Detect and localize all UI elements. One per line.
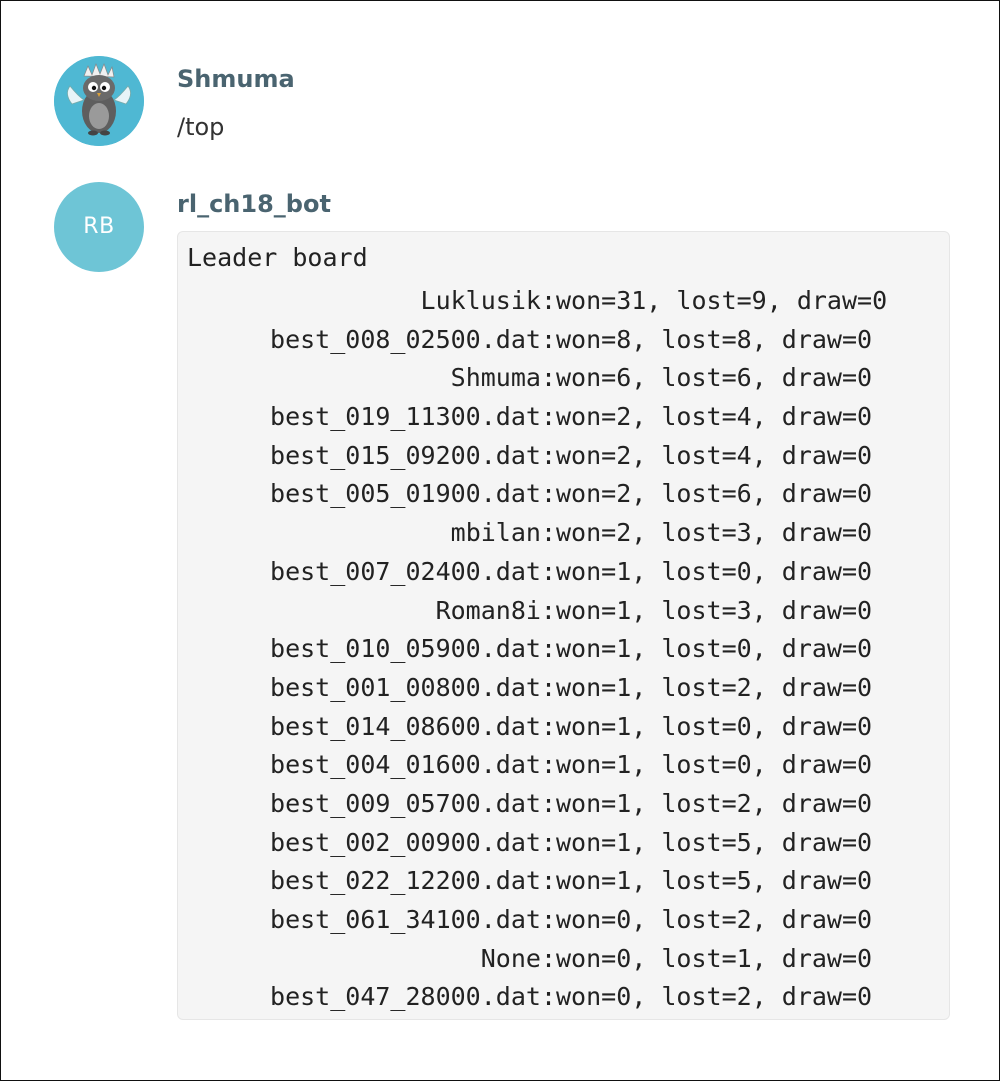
leaderboard-title: Leader board xyxy=(187,243,368,272)
player-stats: won=0, lost=2, draw=0 xyxy=(556,982,873,1012)
avatar-initials: RB xyxy=(83,214,115,239)
leaderboard-row: best_047_28000.dat: won=0, lost=2, draw=0 xyxy=(178,978,951,1017)
player-stats: won=31, lost=9, draw=0 xyxy=(556,286,888,315)
bot-avatar[interactable]: RB xyxy=(54,182,144,272)
player-name: best_022_12200.dat: xyxy=(270,866,556,896)
leaderboard-row: best_019_11300.dat: won=2, lost=4, draw=0 xyxy=(178,398,951,437)
leaderboard-row: best_002_00900.dat: won=1, lost=5, draw=0 xyxy=(178,824,951,863)
player-stats: won=1, lost=2, draw=0 xyxy=(556,788,873,818)
player-stats: won=6, lost=6, draw=0 xyxy=(556,363,873,393)
leaderboard-row: best_001_00800.dat: won=1, lost=2, draw=0 xyxy=(178,669,951,708)
chat-message: RB rl_ch18_bot Leader board Luklusik: won… xyxy=(1,171,1000,1031)
player-stats: won=1, lost=0, draw=0 xyxy=(556,750,873,780)
player-stats: won=0, lost=2, draw=0 xyxy=(556,905,873,934)
player-stats: won=1, lost=5, draw=0 xyxy=(556,827,873,857)
player-stats: won=1, lost=0, draw=0 xyxy=(556,711,873,741)
chat-message: Shmuma /top xyxy=(1,1,1000,171)
player-name: best_005_01900.dat: xyxy=(270,479,556,509)
leaderboard-row: best_015_09200.dat: won=2, lost=4, draw=0 xyxy=(178,437,951,476)
message-text: /top xyxy=(177,113,225,141)
sender-name[interactable]: rl_ch18_bot xyxy=(177,190,331,218)
code-block: Leader board Luklusik: won=31, lost=9, dr… xyxy=(177,231,950,1020)
player-stats: won=1, lost=0, draw=0 xyxy=(556,556,873,586)
leaderboard-row: best_004_01600.dat: won=1, lost=0, draw=0 xyxy=(178,746,951,785)
player-name: Shmuma: xyxy=(450,363,556,393)
player-name: best_061_34100.dat: xyxy=(270,905,556,934)
leaderboard-row: best_005_01900.dat: won=2, lost=6, draw=0 xyxy=(178,475,951,514)
player-name: best_015_09200.dat: xyxy=(270,440,556,470)
player-stats: won=2, lost=3, draw=0 xyxy=(556,518,873,548)
leaderboard-row: best_061_34100.dat: won=0, lost=2, draw=0 xyxy=(178,901,951,940)
leaderboard-row: mbilan: won=2, lost=3, draw=0 xyxy=(178,514,951,553)
leaderboard-row: best_022_12200.dat: won=1, lost=5, draw=0 xyxy=(178,862,951,901)
player-name: best_010_05900.dat: xyxy=(270,634,556,664)
owl-character-icon xyxy=(54,56,144,146)
leaderboard-row: best_009_05700.dat: won=1, lost=2, draw=0 xyxy=(178,785,951,824)
player-stats: won=1, lost=2, draw=0 xyxy=(556,672,873,702)
player-name: best_009_05700.dat: xyxy=(270,788,556,818)
player-stats: won=8, lost=8, draw=0 xyxy=(556,324,873,354)
chat-window: Shmuma /top RB rl_ch18_bot Leader board … xyxy=(0,0,1000,1081)
leaderboard-row: best_014_08600.dat: won=1, lost=0, draw=0 xyxy=(178,708,951,747)
leaderboard-row: None: won=0, lost=1, draw=0 xyxy=(178,940,951,979)
player-stats: won=1, lost=3, draw=0 xyxy=(556,595,873,625)
player-name: best_007_02400.dat: xyxy=(270,556,556,586)
player-stats: won=1, lost=0, draw=0 xyxy=(556,634,873,664)
leaderboard-list: Luklusik: won=31, lost=9, draw=0 best_008_… xyxy=(178,282,951,1017)
player-name: best_002_00900.dat: xyxy=(270,827,556,857)
player-name: best_001_00800.dat: xyxy=(270,672,556,702)
leaderboard-row: Luklusik: won=31, lost=9, draw=0 xyxy=(178,282,951,321)
player-stats: won=2, lost=4, draw=0 xyxy=(556,440,873,470)
leaderboard-row: Roman8i: won=1, lost=3, draw=0 xyxy=(178,592,951,631)
player-stats: won=1, lost=5, draw=0 xyxy=(556,866,873,896)
user-avatar[interactable] xyxy=(54,56,144,146)
player-name: None: xyxy=(480,943,556,973)
player-name: best_047_28000.dat: xyxy=(270,982,556,1012)
leaderboard-row: best_010_05900.dat: won=1, lost=0, draw=0 xyxy=(178,630,951,669)
sender-name[interactable]: Shmuma xyxy=(177,65,295,93)
player-stats: won=0, lost=1, draw=0 xyxy=(556,943,873,973)
player-name: Roman8i: xyxy=(435,595,556,625)
player-stats: won=2, lost=6, draw=0 xyxy=(556,479,873,509)
player-name: best_004_01600.dat: xyxy=(270,750,556,780)
leaderboard-row: best_007_02400.dat: won=1, lost=0, draw=0 xyxy=(178,553,951,592)
player-name: Luklusik: xyxy=(420,286,556,315)
player-name: mbilan: xyxy=(450,518,556,548)
player-name: best_008_02500.dat: xyxy=(270,324,556,354)
player-name: best_014_08600.dat: xyxy=(270,711,556,741)
player-name: best_019_11300.dat: xyxy=(270,402,556,432)
player-stats: won=2, lost=4, draw=0 xyxy=(556,402,873,432)
leaderboard-row: Shmuma: won=6, lost=6, draw=0 xyxy=(178,359,951,398)
leaderboard-row: best_008_02500.dat: won=8, lost=8, draw=0 xyxy=(178,321,951,360)
